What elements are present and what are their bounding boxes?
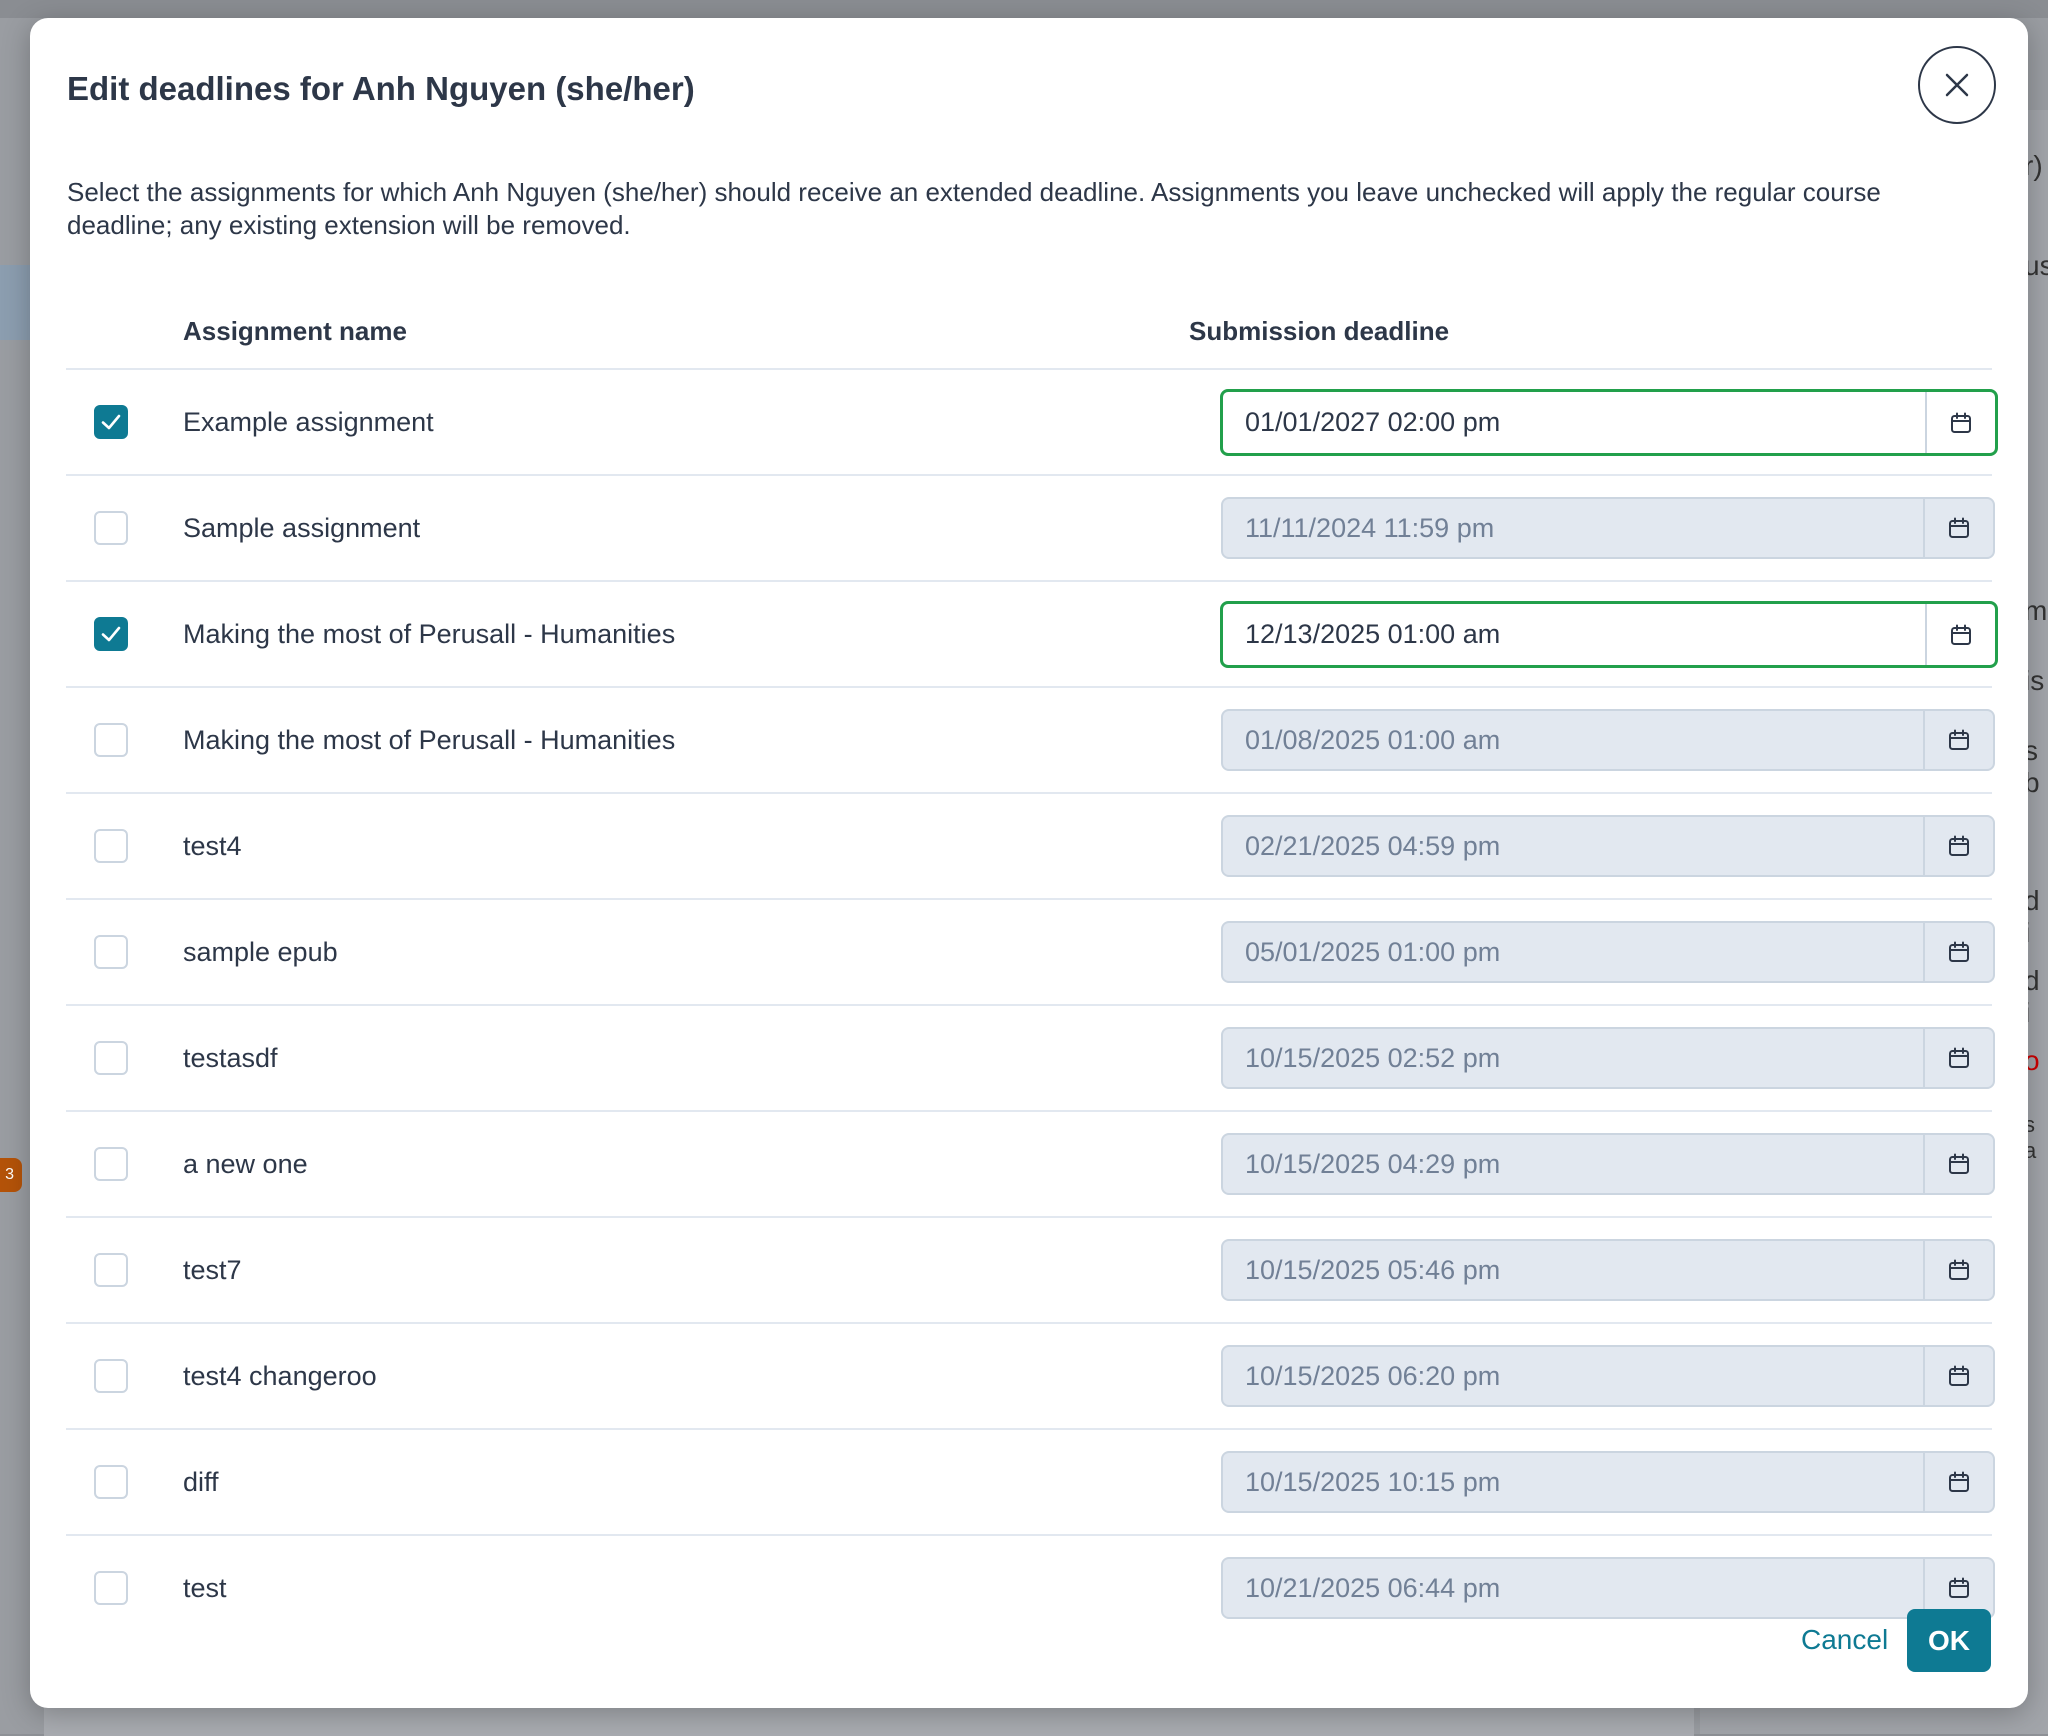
assignment-checkbox[interactable] bbox=[94, 511, 128, 545]
deadline-field[interactable]: 05/01/2025 01:00 pm bbox=[1221, 921, 1995, 983]
calendar-icon bbox=[1949, 1471, 1969, 1492]
calendar-icon bbox=[1951, 624, 1971, 645]
table-row: diff 10/15/2025 10:15 pm bbox=[66, 1430, 1995, 1536]
assignments-table: Assignment name Submission deadline Exam… bbox=[66, 300, 1998, 1642]
background-top-bar bbox=[0, 0, 2048, 18]
calendar-button[interactable] bbox=[1923, 1241, 1993, 1299]
assignment-name: test bbox=[183, 1573, 227, 1603]
assignment-name: Sample assignment bbox=[183, 513, 421, 543]
deadline-field[interactable]: 02/21/2025 04:59 pm bbox=[1221, 815, 1995, 877]
deadline-field[interactable]: 11/11/2024 11:59 pm bbox=[1221, 497, 1995, 559]
table-row: Example assignment 01/01/2027 02:00 pm bbox=[66, 370, 1998, 476]
calendar-icon bbox=[1949, 517, 1969, 538]
deadline-input[interactable]: 10/15/2025 06:20 pm bbox=[1223, 1347, 1923, 1405]
calendar-button[interactable] bbox=[1923, 923, 1993, 981]
dialog-title: Edit deadlines for Anh Nguyen (she/her) bbox=[67, 70, 695, 107]
deadline-field[interactable]: 10/15/2025 04:29 pm bbox=[1221, 1133, 1995, 1195]
calendar-icon bbox=[1949, 1153, 1969, 1174]
deadline-input[interactable]: 12/13/2025 01:00 am bbox=[1223, 604, 1925, 665]
assignment-name: testasdf bbox=[183, 1043, 278, 1073]
table-row: test7 10/15/2025 05:46 pm bbox=[66, 1218, 1995, 1324]
assignment-name: test4 bbox=[183, 831, 242, 861]
assignment-name: Example assignment bbox=[183, 407, 434, 437]
calendar-icon bbox=[1949, 1365, 1969, 1386]
assignment-name: diff bbox=[183, 1467, 219, 1497]
calendar-icon bbox=[1951, 412, 1971, 433]
deadline-field[interactable]: 10/15/2025 05:46 pm bbox=[1221, 1239, 1995, 1301]
calendar-button[interactable] bbox=[1923, 1029, 1993, 1087]
assignment-checkbox[interactable] bbox=[94, 935, 128, 969]
deadline-field[interactable]: 01/01/2027 02:00 pm bbox=[1220, 389, 1998, 456]
deadline-input[interactable]: 10/15/2025 04:29 pm bbox=[1223, 1135, 1923, 1193]
calendar-button[interactable] bbox=[1923, 1347, 1993, 1405]
table-row: Making the most of Perusall - Humanities… bbox=[66, 688, 1995, 794]
background-nav-highlight bbox=[0, 265, 30, 340]
table-row: sample epub 05/01/2025 01:00 pm bbox=[66, 900, 1995, 1006]
assignment-name: test4 changeroo bbox=[183, 1361, 377, 1391]
assignment-checkbox[interactable] bbox=[94, 405, 128, 439]
calendar-icon bbox=[1949, 941, 1969, 962]
calendar-button[interactable] bbox=[1923, 499, 1993, 557]
deadline-input[interactable]: 02/21/2025 04:59 pm bbox=[1223, 817, 1923, 875]
table-row: test4 02/21/2025 04:59 pm bbox=[66, 794, 1995, 900]
calendar-button[interactable] bbox=[1925, 604, 1995, 665]
table-row: testasdf 10/15/2025 02:52 pm bbox=[66, 1006, 1995, 1112]
deadline-field[interactable]: 01/08/2025 01:00 am bbox=[1221, 709, 1995, 771]
calendar-icon bbox=[1949, 729, 1969, 750]
deadline-field[interactable]: 10/15/2025 06:20 pm bbox=[1221, 1345, 1995, 1407]
deadline-input[interactable]: 10/21/2025 06:44 pm bbox=[1223, 1559, 1923, 1617]
deadline-input[interactable]: 05/01/2025 01:00 pm bbox=[1223, 923, 1923, 981]
calendar-button[interactable] bbox=[1923, 1135, 1993, 1193]
table-row: Sample assignment 11/11/2024 11:59 pm bbox=[66, 476, 1995, 582]
deadline-field[interactable]: 12/13/2025 01:00 am bbox=[1220, 601, 1998, 668]
calendar-icon bbox=[1949, 835, 1969, 856]
assignment-checkbox[interactable] bbox=[94, 829, 128, 863]
deadline-input[interactable]: 10/15/2025 10:15 pm bbox=[1223, 1453, 1923, 1511]
cancel-button[interactable]: Cancel bbox=[1785, 1610, 1904, 1670]
table-body: Example assignment 01/01/2027 02:00 pm S… bbox=[66, 370, 1998, 1642]
deadline-input[interactable]: 10/15/2025 05:46 pm bbox=[1223, 1241, 1923, 1299]
table-row: Making the most of Perusall - Humanities… bbox=[66, 582, 1998, 688]
check-icon bbox=[101, 414, 121, 430]
table-header: Assignment name Submission deadline bbox=[66, 300, 1992, 370]
table-row: a new one 10/15/2025 04:29 pm bbox=[66, 1112, 1995, 1218]
calendar-icon bbox=[1949, 1259, 1969, 1280]
calendar-icon bbox=[1949, 1577, 1969, 1598]
deadline-input[interactable]: 01/08/2025 01:00 am bbox=[1223, 711, 1923, 769]
deadline-field[interactable]: 10/15/2025 02:52 pm bbox=[1221, 1027, 1995, 1089]
assignment-checkbox[interactable] bbox=[94, 1041, 128, 1075]
calendar-button[interactable] bbox=[1923, 1453, 1993, 1511]
assignment-name: Making the most of Perusall - Humanities bbox=[183, 619, 676, 649]
table-row: test 10/21/2025 06:44 pm bbox=[66, 1536, 1995, 1642]
assignment-name: test7 bbox=[183, 1255, 242, 1285]
edit-deadlines-dialog: Edit deadlines for Anh Nguyen (she/her) … bbox=[30, 18, 2028, 1708]
calendar-button[interactable] bbox=[1923, 711, 1993, 769]
calendar-button[interactable] bbox=[1923, 817, 1993, 875]
column-header-assignment-name: Assignment name bbox=[183, 316, 407, 346]
assignment-name: sample epub bbox=[183, 937, 338, 967]
column-header-submission-deadline: Submission deadline bbox=[1189, 316, 1450, 346]
close-icon bbox=[1945, 73, 1969, 97]
deadline-input[interactable]: 01/01/2027 02:00 pm bbox=[1223, 392, 1925, 453]
check-icon bbox=[101, 626, 121, 642]
table-row: test4 changeroo 10/15/2025 06:20 pm bbox=[66, 1324, 1995, 1430]
assignment-checkbox[interactable] bbox=[94, 723, 128, 757]
calendar-icon bbox=[1949, 1047, 1969, 1068]
deadline-input[interactable]: 11/11/2024 11:59 pm bbox=[1223, 499, 1923, 557]
close-button[interactable] bbox=[1918, 46, 1996, 124]
ok-button[interactable]: OK bbox=[1907, 1609, 1991, 1672]
deadline-input[interactable]: 10/15/2025 02:52 pm bbox=[1223, 1029, 1923, 1087]
assignment-checkbox[interactable] bbox=[94, 1571, 128, 1605]
assignment-checkbox[interactable] bbox=[94, 1465, 128, 1499]
assignment-checkbox[interactable] bbox=[94, 1359, 128, 1393]
assignment-checkbox[interactable] bbox=[94, 617, 128, 651]
assignment-checkbox[interactable] bbox=[94, 1147, 128, 1181]
calendar-button[interactable] bbox=[1925, 392, 1995, 453]
dialog-description: Select the assignments for which Anh Ngu… bbox=[67, 177, 1881, 240]
assignment-name: Making the most of Perusall - Humanities bbox=[183, 725, 676, 755]
assignment-name: a new one bbox=[183, 1149, 308, 1179]
deadline-field[interactable]: 10/15/2025 10:15 pm bbox=[1221, 1451, 1995, 1513]
background-count-badge: 3 bbox=[0, 1158, 22, 1192]
assignment-checkbox[interactable] bbox=[94, 1253, 128, 1287]
